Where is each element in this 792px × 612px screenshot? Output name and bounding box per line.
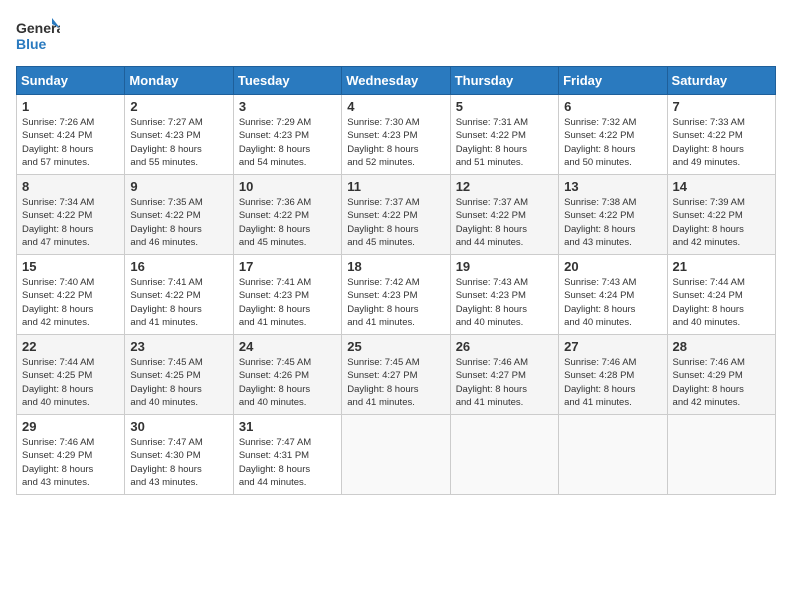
calendar-cell: 25Sunrise: 7:45 AMSunset: 4:27 PMDayligh… xyxy=(342,335,450,415)
calendar-table: SundayMondayTuesdayWednesdayThursdayFrid… xyxy=(16,66,776,495)
calendar-cell: 6Sunrise: 7:32 AMSunset: 4:22 PMDaylight… xyxy=(559,95,667,175)
calendar-cell: 14Sunrise: 7:39 AMSunset: 4:22 PMDayligh… xyxy=(667,175,775,255)
calendar-cell: 15Sunrise: 7:40 AMSunset: 4:22 PMDayligh… xyxy=(17,255,125,335)
logo-svg: General Blue xyxy=(16,16,60,56)
calendar-cell: 11Sunrise: 7:37 AMSunset: 4:22 PMDayligh… xyxy=(342,175,450,255)
calendar-cell: 27Sunrise: 7:46 AMSunset: 4:28 PMDayligh… xyxy=(559,335,667,415)
calendar-cell: 22Sunrise: 7:44 AMSunset: 4:25 PMDayligh… xyxy=(17,335,125,415)
calendar-cell: 10Sunrise: 7:36 AMSunset: 4:22 PMDayligh… xyxy=(233,175,341,255)
calendar-cell: 4Sunrise: 7:30 AMSunset: 4:23 PMDaylight… xyxy=(342,95,450,175)
calendar-cell: 20Sunrise: 7:43 AMSunset: 4:24 PMDayligh… xyxy=(559,255,667,335)
header-monday: Monday xyxy=(125,67,233,95)
calendar-row: 8Sunrise: 7:34 AMSunset: 4:22 PMDaylight… xyxy=(17,175,776,255)
header-sunday: Sunday xyxy=(17,67,125,95)
calendar-cell: 3Sunrise: 7:29 AMSunset: 4:23 PMDaylight… xyxy=(233,95,341,175)
calendar-cell: 1Sunrise: 7:26 AMSunset: 4:24 PMDaylight… xyxy=(17,95,125,175)
calendar-cell: 12Sunrise: 7:37 AMSunset: 4:22 PMDayligh… xyxy=(450,175,558,255)
calendar-row: 22Sunrise: 7:44 AMSunset: 4:25 PMDayligh… xyxy=(17,335,776,415)
calendar-cell: 29Sunrise: 7:46 AMSunset: 4:29 PMDayligh… xyxy=(17,415,125,495)
calendar-cell: 18Sunrise: 7:42 AMSunset: 4:23 PMDayligh… xyxy=(342,255,450,335)
calendar-row: 1Sunrise: 7:26 AMSunset: 4:24 PMDaylight… xyxy=(17,95,776,175)
header-thursday: Thursday xyxy=(450,67,558,95)
calendar-cell xyxy=(342,415,450,495)
calendar-cell: 26Sunrise: 7:46 AMSunset: 4:27 PMDayligh… xyxy=(450,335,558,415)
svg-text:Blue: Blue xyxy=(16,36,47,52)
calendar-cell: 13Sunrise: 7:38 AMSunset: 4:22 PMDayligh… xyxy=(559,175,667,255)
calendar-cell: 23Sunrise: 7:45 AMSunset: 4:25 PMDayligh… xyxy=(125,335,233,415)
header-tuesday: Tuesday xyxy=(233,67,341,95)
calendar-cell xyxy=(450,415,558,495)
logo: General Blue xyxy=(16,16,60,56)
calendar-cell: 17Sunrise: 7:41 AMSunset: 4:23 PMDayligh… xyxy=(233,255,341,335)
calendar-cell: 16Sunrise: 7:41 AMSunset: 4:22 PMDayligh… xyxy=(125,255,233,335)
calendar-cell: 21Sunrise: 7:44 AMSunset: 4:24 PMDayligh… xyxy=(667,255,775,335)
calendar-cell: 7Sunrise: 7:33 AMSunset: 4:22 PMDaylight… xyxy=(667,95,775,175)
header-wednesday: Wednesday xyxy=(342,67,450,95)
calendar-cell: 5Sunrise: 7:31 AMSunset: 4:22 PMDaylight… xyxy=(450,95,558,175)
header-friday: Friday xyxy=(559,67,667,95)
calendar-cell: 30Sunrise: 7:47 AMSunset: 4:30 PMDayligh… xyxy=(125,415,233,495)
calendar-cell: 8Sunrise: 7:34 AMSunset: 4:22 PMDaylight… xyxy=(17,175,125,255)
calendar-cell: 2Sunrise: 7:27 AMSunset: 4:23 PMDaylight… xyxy=(125,95,233,175)
page-header: General Blue xyxy=(16,16,776,56)
header-saturday: Saturday xyxy=(667,67,775,95)
calendar-row: 15Sunrise: 7:40 AMSunset: 4:22 PMDayligh… xyxy=(17,255,776,335)
calendar-cell xyxy=(667,415,775,495)
calendar-cell: 31Sunrise: 7:47 AMSunset: 4:31 PMDayligh… xyxy=(233,415,341,495)
calendar-cell: 24Sunrise: 7:45 AMSunset: 4:26 PMDayligh… xyxy=(233,335,341,415)
calendar-cell: 9Sunrise: 7:35 AMSunset: 4:22 PMDaylight… xyxy=(125,175,233,255)
calendar-cell: 28Sunrise: 7:46 AMSunset: 4:29 PMDayligh… xyxy=(667,335,775,415)
calendar-row: 29Sunrise: 7:46 AMSunset: 4:29 PMDayligh… xyxy=(17,415,776,495)
calendar-cell xyxy=(559,415,667,495)
calendar-cell: 19Sunrise: 7:43 AMSunset: 4:23 PMDayligh… xyxy=(450,255,558,335)
calendar-header-row: SundayMondayTuesdayWednesdayThursdayFrid… xyxy=(17,67,776,95)
